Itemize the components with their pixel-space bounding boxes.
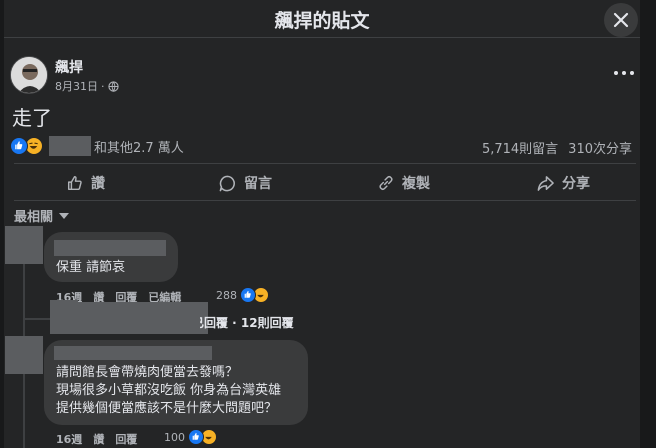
comment-text-line: 請問館長會帶燒肉便當去發嗎？ xyxy=(56,365,239,380)
comment-reactions[interactable]: 100 xyxy=(164,429,217,445)
comment-actions: 16週 讚 回覆 xyxy=(56,431,137,447)
share-label: 分享 xyxy=(562,176,590,192)
post-meta: 8月31日 · xyxy=(55,78,119,94)
replier-name-blurred xyxy=(78,302,208,334)
dialog-title: 飆捍的貼文 xyxy=(274,10,370,32)
globe-icon xyxy=(107,80,119,92)
divider xyxy=(14,163,636,164)
comment-bubble: 保重 請節哀 xyxy=(44,232,178,282)
page-edge-right xyxy=(640,0,656,448)
close-button[interactable] xyxy=(604,3,638,37)
like-label: 讚 xyxy=(91,176,105,192)
more-icon xyxy=(614,71,618,75)
like-reaction-icon xyxy=(240,287,256,303)
author-avatar[interactable] xyxy=(10,56,48,94)
view-replies-link[interactable]: 已回覆 · 12則回覆 xyxy=(200,314,330,331)
author-name[interactable]: 飆捍 xyxy=(55,57,83,77)
comment-bubble: 請問館長會帶燒肉便當去發嗎？ 現場很多小草都沒吃飯 你身為台灣英雄 提供幾個便當… xyxy=(44,340,308,425)
reactions-summary[interactable]: 和其他2.7 萬人 xyxy=(10,136,184,156)
page-edge-left xyxy=(0,0,4,448)
commenter-name-blurred xyxy=(54,346,212,360)
reactor-name-blurred xyxy=(49,136,91,156)
comment-text: 保重 請節哀 xyxy=(56,260,126,275)
comment-time[interactable]: 16週 xyxy=(56,431,82,447)
caret-down-icon xyxy=(59,212,70,219)
comment-like-button[interactable]: 讚 xyxy=(93,431,104,447)
divider xyxy=(14,200,636,201)
thread-branch xyxy=(24,318,50,320)
like-reaction-icon xyxy=(10,137,28,155)
commenter-avatar-blurred[interactable] xyxy=(5,226,43,264)
like-button[interactable]: 讚 xyxy=(66,168,105,198)
close-icon xyxy=(613,12,629,28)
reactions-others-text: 和其他2.7 萬人 xyxy=(94,140,184,156)
comment-reactions[interactable]: 288 xyxy=(216,287,269,303)
comment-reaction-count: 288 xyxy=(216,288,237,302)
commenter-name-blurred xyxy=(54,240,166,256)
sort-label: 最相關 xyxy=(14,210,54,225)
replier-avatar-blurred xyxy=(50,300,78,334)
comment-reply-button[interactable]: 回覆 xyxy=(115,431,137,447)
comment-icon xyxy=(219,175,235,191)
dialog-header: 飆捍的貼文 xyxy=(4,0,640,38)
copy-button[interactable]: 複製 xyxy=(377,168,430,198)
comment-text-line: 提供幾個便當應該不是什麼大問題吧？ xyxy=(56,401,278,416)
post-date[interactable]: 8月31日 xyxy=(55,78,98,94)
post-text: 走了 xyxy=(12,106,52,130)
shares-count[interactable]: 310次分享 xyxy=(568,138,632,157)
copy-label: 複製 xyxy=(402,176,430,192)
share-button[interactable]: 分享 xyxy=(536,168,590,198)
sort-selector[interactable]: 最相關 xyxy=(14,206,70,225)
comments-count[interactable]: 5,714則留言 xyxy=(482,138,558,157)
comment-reaction-count: 100 xyxy=(164,430,185,444)
link-icon xyxy=(379,175,393,191)
commenter-avatar-blurred[interactable] xyxy=(5,336,43,374)
share-icon xyxy=(537,175,554,191)
comment-text-line: 現場很多小草都沒吃飯 你身為台灣英雄 xyxy=(56,383,282,398)
post-stats: 5,714則留言 310次分享 xyxy=(482,138,632,157)
like-icon xyxy=(67,175,82,191)
like-reaction-icon xyxy=(188,429,204,445)
comment-label: 留言 xyxy=(244,176,272,192)
comment-button[interactable]: 留言 xyxy=(218,168,272,198)
more-options-button[interactable] xyxy=(612,64,636,82)
meta-dot: · xyxy=(101,79,105,93)
